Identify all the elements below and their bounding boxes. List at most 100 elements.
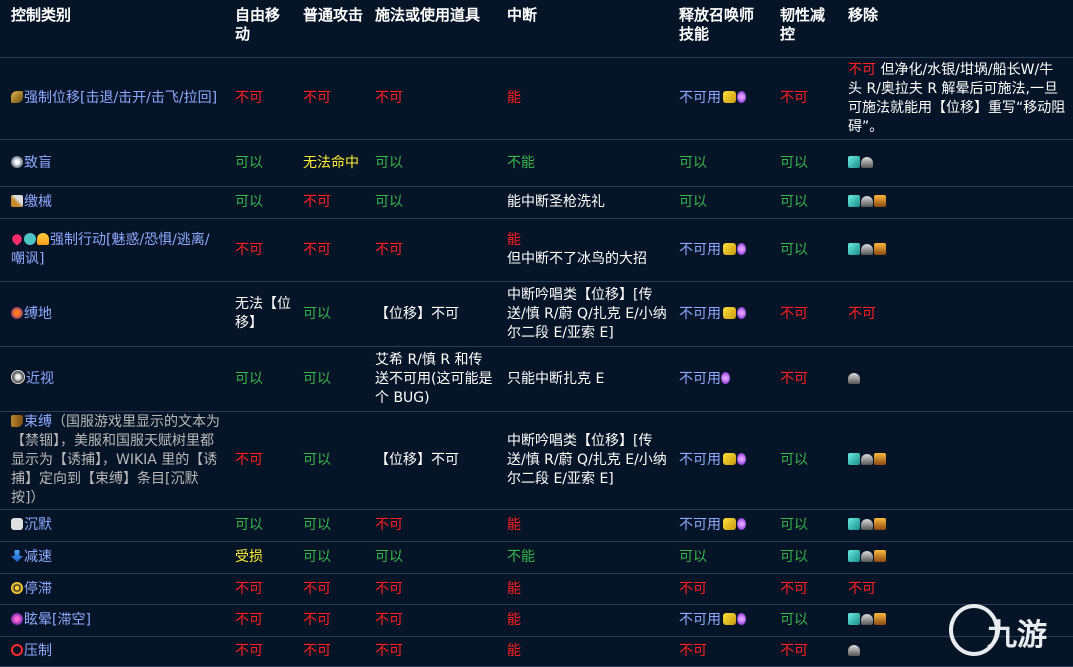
cell-summoner: 不可用 (673, 346, 774, 412)
interrupt-line: 中断吟唱类【位移】[传送/慎 R/蔚 Q/扎克 E/小纳尔二段 E/亚索 E] (507, 286, 667, 341)
summoner-text: 不可用 (679, 612, 721, 628)
summoner-text: 不可用 (679, 90, 721, 106)
tenacity-text: 不可 (780, 370, 808, 387)
cleanse-icon (848, 155, 860, 168)
remove-text: 但净化/水银/坩埚/船长W/牛头 R/奥拉夫 R 解晕后可施法,一旦可施法就能用… (848, 61, 1066, 135)
mercurial-icon (874, 613, 886, 625)
cell-cast: 可以 (369, 186, 501, 219)
cell-attack-text: 可以 (303, 370, 331, 387)
interrupt-line: 能 (507, 612, 521, 628)
flee-icon (37, 233, 49, 245)
table-row: 致盲 可以 无法命中 可以 不能 可以 可以 (0, 139, 1073, 187)
cell-interrupt: 能但中断不了冰鸟的大招 (501, 218, 673, 282)
stun-icon (11, 613, 23, 625)
cell-tenacity: 不可 (774, 573, 842, 605)
cell-attack: 可以 (297, 509, 369, 542)
purple-icon (737, 242, 746, 255)
cell-move: 不可 (229, 57, 297, 140)
cell-move-text: 不可 (235, 643, 263, 659)
cell-move: 可以 (229, 509, 297, 542)
remove-prefix: 不可 (848, 580, 876, 597)
cell-cast-text: 艾希 R/慎 R 和传送不可用(这可能是个 BUG) (375, 351, 493, 406)
cell-attack: 不可 (297, 573, 369, 605)
fear-icon (24, 233, 36, 245)
cell-tenacity: 可以 (774, 541, 842, 574)
qss-icon (861, 156, 873, 168)
purple-icon (737, 613, 746, 625)
cell-cast-text: 不可 (375, 580, 403, 597)
cell-remove (842, 509, 1073, 542)
cell-attack: 不可 (297, 636, 369, 667)
qss-icon (848, 372, 860, 384)
cell-cast: 【位移】不可 (369, 281, 501, 347)
header-move: 自由移动 (229, 0, 297, 58)
cell-remove (842, 346, 1073, 412)
cleanse-icon (848, 613, 860, 625)
table-row: 缚地 无法【位移】 可以 【位移】不可 中断吟唱类【位移】[传送/慎 R/蔚 Q/扎克 … (0, 281, 1073, 347)
crowd-control-table: 控制类别 自由移动 普通攻击 施法或使用道具 中断 释放召唤师技能 韧性减控 移… (0, 0, 1073, 667)
interrupt-line: 能 (507, 643, 521, 659)
type-name: 近视 (26, 370, 54, 387)
cell-cast-text: 不可 (375, 90, 403, 106)
header-summoner: 释放召唤师技能 (673, 0, 774, 58)
cell-move: 不可 (229, 604, 297, 637)
cell-move: 受损 (229, 541, 297, 574)
cell-summoner: 不可用 (673, 281, 774, 347)
cell-interrupt: 能 (501, 636, 673, 667)
cell-tenacity: 可以 (774, 218, 842, 282)
cell-summoner: 不可 (673, 636, 774, 667)
cell-cast-text: 不可 (375, 612, 403, 628)
interrupt-line: 能 (507, 517, 521, 533)
tenacity-text: 可以 (780, 517, 808, 533)
type-name: 致盲 (24, 154, 52, 171)
flash-icon (723, 453, 736, 465)
type-name: 压制 (24, 643, 52, 659)
cell-interrupt: 能 (501, 573, 673, 605)
cell-type: 强制行动[魅惑/恐惧/逃离/嘲讽] (0, 218, 229, 282)
cell-move-text: 不可 (235, 241, 263, 258)
cell-type: 减速 (0, 541, 229, 574)
cell-cast: 不可 (369, 636, 501, 667)
interrupt-line: 不能 (507, 154, 535, 171)
tenacity-text: 可以 (780, 241, 808, 258)
cell-move-text: 不可 (235, 612, 263, 628)
cell-remove (842, 411, 1073, 510)
cell-attack: 可以 (297, 346, 369, 412)
cell-attack-text: 无法命中 (303, 154, 359, 171)
table-body: 强制位移[击退/击开/击飞/拉回] 不可 不可 不可能不可用 不可 不可 但净化/水银/坩… (0, 57, 1073, 667)
cleanse-icon (848, 242, 860, 255)
cell-type: 近视 (0, 346, 229, 412)
cell-remove (842, 186, 1073, 219)
cell-cast: 不可 (369, 573, 501, 605)
cell-interrupt: 中断吟唱类【位移】[传送/慎 R/蔚 Q/扎克 E/小纳尔二段 E/亚索 E] (501, 411, 673, 510)
cell-move-text: 可以 (235, 517, 263, 533)
table-row: 束缚（国服游戏里显示的文本为【禁锢】，美服和国服天赋树里都显示为【诱捕】，WIK… (0, 411, 1073, 510)
cell-attack-text: 不可 (303, 194, 331, 210)
tenacity-text: 不可 (780, 90, 808, 106)
type-name: 眩晕[滞空] (24, 612, 91, 628)
remove-prefix: 不可 (848, 305, 876, 322)
cell-cast: 不可 (369, 604, 501, 637)
cell-attack-text: 可以 (303, 549, 331, 565)
cell-remove: 不可 但净化/水银/坩埚/船长W/牛头 R/奥拉夫 R 解晕后可施法,一旦可施法… (842, 57, 1073, 140)
cell-cast: 【位移】不可 (369, 411, 501, 510)
tenacity-text: 可以 (780, 194, 808, 210)
mercurial-icon (874, 195, 886, 207)
qss-icon (861, 196, 873, 207)
charm-icon (10, 232, 24, 246)
cell-type: 缚地 (0, 281, 229, 347)
cell-move: 不可 (229, 218, 297, 282)
cell-move: 不可 (229, 411, 297, 510)
cell-remove: 不可 (842, 573, 1073, 605)
purple-icon (737, 453, 746, 465)
cell-cast: 可以 (369, 541, 501, 574)
interrupt-line: 只能中断扎克 E (507, 370, 605, 387)
interrupt-line: 但中断不了冰鸟的大招 (507, 251, 647, 267)
cell-attack: 可以 (297, 411, 369, 510)
qss-icon (861, 519, 873, 530)
cell-remove: 不可 (842, 281, 1073, 347)
cell-move-text: 不可 (235, 90, 263, 106)
summoner-text: 不可 (679, 643, 707, 659)
cell-interrupt: 不能 (501, 541, 673, 574)
suppress-icon (11, 644, 23, 656)
